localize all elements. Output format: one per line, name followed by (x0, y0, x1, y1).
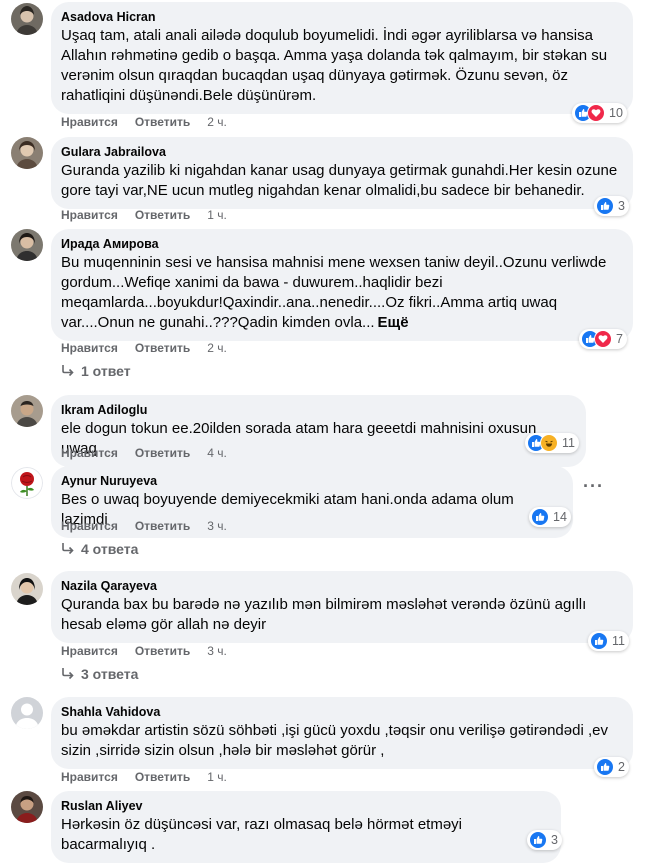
reaction-summary[interactable]: 3 (594, 196, 629, 216)
avatar[interactable] (11, 395, 43, 427)
comment-text: Guranda yazilib ki nigahdan kanar usag d… (61, 162, 618, 199)
reply-arrow-icon (62, 668, 74, 680)
comment-bubble: Gulara Jabrailova Guranda yazilib ki nig… (51, 137, 633, 209)
like-button[interactable]: Нравится (61, 341, 118, 355)
comment-time[interactable]: 2 ч. (207, 341, 227, 355)
comment-text: Quranda bax bu barədə nə yazılıb mən bil… (61, 596, 587, 633)
replies-count[interactable]: 1 ответ (81, 363, 131, 379)
comment-author[interactable]: Ирада Амирова (61, 236, 621, 252)
comment-text: Uşaq tam, atali anali ailədə doqulub boy… (61, 27, 608, 104)
reply-button[interactable]: Ответить (135, 519, 190, 533)
avatar[interactable] (11, 229, 43, 261)
replies-count[interactable]: 3 ответа (81, 666, 138, 682)
comment-time[interactable]: 2 ч. (207, 115, 227, 129)
comment-bubble: Ирада Амирова Bu muqenninin sesi ve hans… (51, 229, 633, 341)
comment-actions: Нравится Ответить 3 ч. (61, 644, 227, 658)
like-icon (590, 632, 608, 650)
avatar[interactable] (11, 791, 43, 823)
avatar[interactable] (11, 573, 43, 605)
reaction-summary[interactable]: 10 (572, 103, 627, 123)
like-icon (529, 831, 547, 849)
like-icon (596, 197, 614, 215)
view-replies-link[interactable]: 4 ответа (61, 541, 138, 557)
reaction-summary[interactable]: 2 (594, 757, 629, 777)
comment-text-body: Bu muqenninin sesi ve hansisa mahnisi me… (61, 254, 607, 331)
reaction-count: 2 (618, 760, 625, 774)
comment-text: bu əməkdar artistin sözü söhbəti ,işi gü… (61, 722, 608, 759)
comment-author[interactable]: Nazila Qarayeva (61, 578, 621, 594)
love-icon (587, 104, 605, 122)
comment-author[interactable]: Asadova Hicran (61, 9, 621, 25)
love-icon (594, 330, 612, 348)
comment-author[interactable]: Gulara Jabrailova (61, 144, 621, 160)
comment-actions: Нравится Ответить 3 ч. (61, 519, 227, 533)
comment-bubble: Shahla Vahidova bu əməkdar artistin sözü… (51, 697, 633, 769)
comment-time[interactable]: 1 ч. (207, 770, 227, 784)
reaction-count: 3 (618, 199, 625, 213)
reply-button[interactable]: Ответить (135, 446, 190, 460)
like-button[interactable]: Нравится (61, 446, 118, 460)
comment-actions: Нравится Ответить 2 ч. (61, 341, 227, 355)
avatar[interactable] (11, 697, 43, 729)
comment-actions: Нравится Ответить 1 ч. (61, 770, 227, 784)
comment-author[interactable]: Shahla Vahidova (61, 704, 621, 720)
comment-author[interactable]: Ikram Adiloglu (61, 402, 574, 418)
like-button[interactable]: Нравится (61, 519, 118, 533)
reaction-summary[interactable]: 7 (579, 329, 627, 349)
comment-text: Hərkəsin öz düşüncəsi var, razı olmasaq … (61, 816, 463, 853)
avatar[interactable] (11, 3, 43, 35)
comment-text: Bu muqenninin sesi ve hansisa mahnisi me… (61, 253, 621, 333)
reply-button[interactable]: Ответить (135, 341, 190, 355)
comment-author[interactable]: Ruslan Aliyev (61, 798, 549, 814)
comment-time[interactable]: 3 ч. (207, 644, 227, 658)
comment-time[interactable]: 1 ч. (207, 208, 227, 222)
comment-bubble: Ruslan Aliyev Hərkəsin öz düşüncəsi var,… (51, 791, 561, 863)
reaction-count: 11 (562, 436, 575, 450)
view-replies-link[interactable]: 1 ответ (61, 363, 131, 379)
like-button[interactable]: Нравится (61, 208, 118, 222)
comment-bubble: Asadova Hicran Uşaq tam, atali anali ail… (51, 2, 633, 114)
reaction-count: 14 (553, 510, 567, 524)
comment-bubble: Nazila Qarayeva Quranda bax bu barədə nə… (51, 571, 633, 643)
reply-button[interactable]: Ответить (135, 644, 190, 658)
reply-button[interactable]: Ответить (135, 208, 190, 222)
view-replies-link[interactable]: 3 ответа (61, 666, 138, 682)
reaction-summary[interactable]: 11 (588, 631, 629, 651)
comment-actions: Нравится Ответить 1 ч. (61, 208, 227, 222)
like-button[interactable]: Нравится (61, 644, 118, 658)
comment-actions: Нравится Ответить 4 ч. (61, 446, 227, 460)
like-icon (596, 758, 614, 776)
reply-arrow-icon (62, 365, 74, 377)
reaction-summary[interactable]: 11 (525, 433, 579, 453)
comment-time[interactable]: 4 ч. (207, 446, 227, 460)
avatar[interactable] (11, 467, 43, 499)
reply-button[interactable]: Ответить (135, 770, 190, 784)
like-icon (531, 508, 549, 526)
reaction-count: 10 (609, 106, 623, 120)
replies-count[interactable]: 4 ответа (81, 541, 138, 557)
see-more-link[interactable]: Ещё (378, 314, 409, 331)
comment-actions: Нравится Ответить 2 ч. (61, 115, 227, 129)
haha-icon (540, 434, 558, 452)
like-button[interactable]: Нравится (61, 115, 118, 129)
like-button[interactable]: Нравится (61, 770, 118, 784)
reply-arrow-icon (62, 543, 74, 555)
comment-time[interactable]: 3 ч. (207, 519, 227, 533)
comment-options-button[interactable]: ··· (583, 476, 604, 497)
reply-button[interactable]: Ответить (135, 115, 190, 129)
reaction-count: 11 (612, 634, 625, 648)
reaction-summary[interactable]: 3 (527, 830, 562, 850)
reaction-count: 7 (616, 332, 623, 346)
comment-author[interactable]: Aynur Nuruyeva (61, 473, 561, 489)
reaction-summary[interactable]: 14 (529, 507, 571, 527)
avatar[interactable] (11, 137, 43, 169)
